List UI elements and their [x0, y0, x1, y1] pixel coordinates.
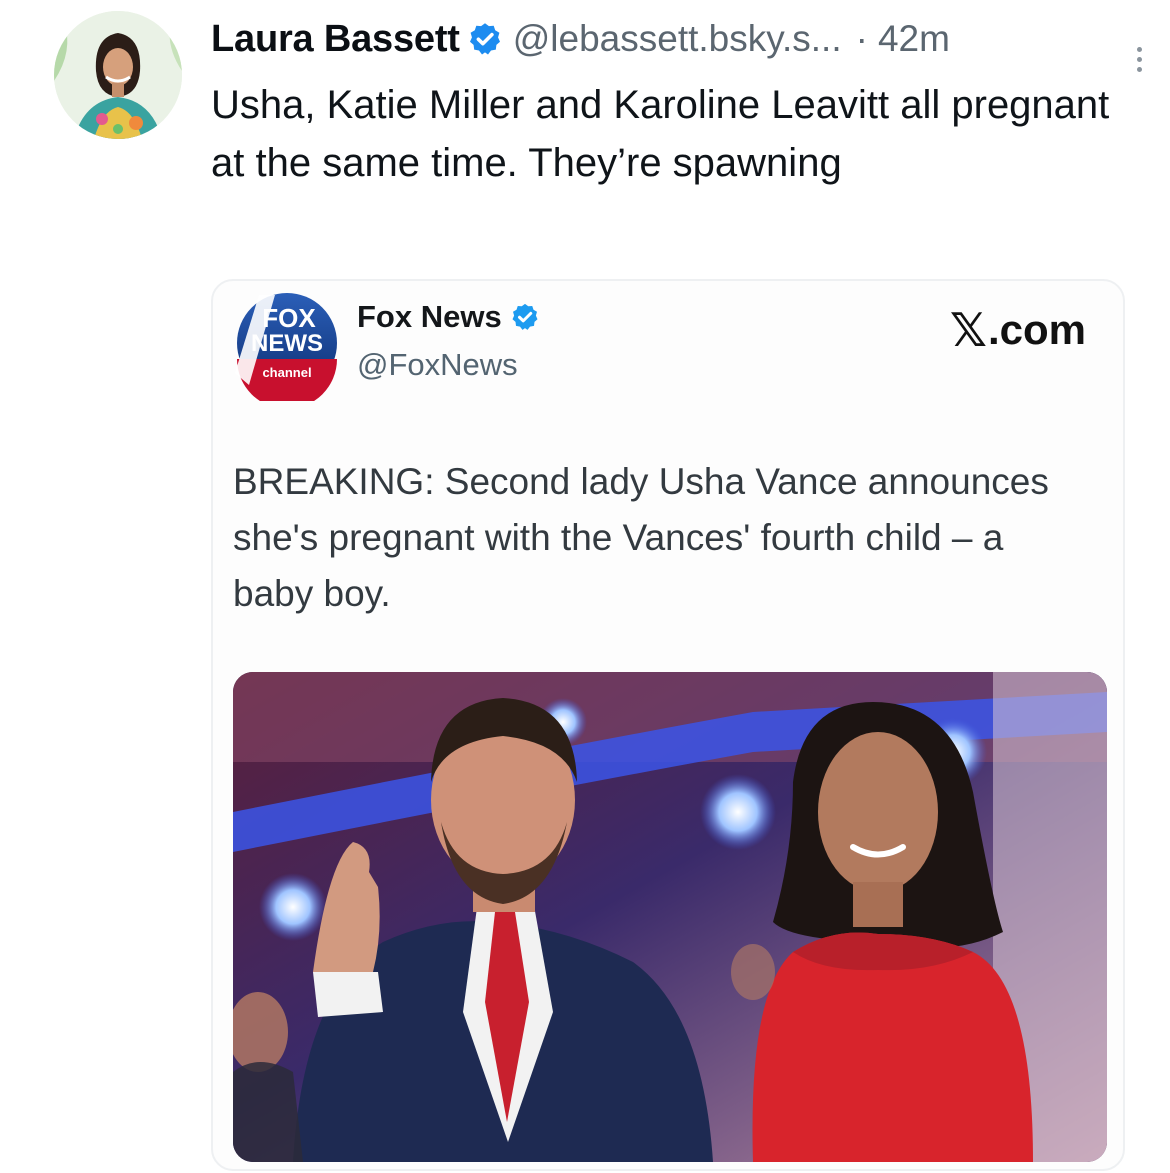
embedded-post-card[interactable]: FOX NEWS channel Fox News @FoxNews 𝕏 .co… [211, 279, 1125, 1171]
bsky-post: Laura Bassett @lebassett.bsky.s... · 42m… [0, 0, 1170, 1173]
more-options-icon[interactable] [1124, 44, 1154, 74]
author-avatar[interactable] [54, 11, 182, 139]
more-dot [1136, 56, 1142, 62]
logo-line2: NEWS [251, 330, 323, 357]
fox-news-logo: FOX NEWS channel [229, 285, 345, 409]
verified-check-icon [510, 302, 540, 332]
avatar-image [54, 11, 182, 139]
x-com-link[interactable]: 𝕏 .com [950, 303, 1086, 357]
x-logo-icon: 𝕏 [949, 304, 987, 356]
verified-check-icon [467, 21, 503, 57]
post-text: Usha, Katie Miller and Karoline Leavitt … [211, 83, 1110, 185]
post-timestamp[interactable]: 42m [878, 18, 950, 60]
more-dot [1136, 66, 1142, 72]
logo-line3: channel [262, 365, 311, 380]
news-photo[interactable] [233, 672, 1107, 1162]
author-handle[interactable]: @lebassett.bsky.s... [513, 18, 842, 60]
source-handle[interactable]: @FoxNews [357, 347, 518, 383]
breaking-news-text: BREAKING: Second lady Usha Vance announc… [233, 461, 1049, 614]
source-name-row: Fox News [357, 299, 540, 335]
source-name[interactable]: Fox News [357, 299, 502, 335]
more-dot [1136, 46, 1142, 52]
author-name[interactable]: Laura Bassett [211, 18, 460, 61]
header-separator: · [855, 18, 868, 59]
photo-image [233, 672, 1107, 1162]
logo-line1: FOX [262, 303, 316, 333]
x-com-suffix: .com [987, 306, 1086, 353]
post-header: Laura Bassett @lebassett.bsky.s... · 42m [211, 14, 1131, 64]
